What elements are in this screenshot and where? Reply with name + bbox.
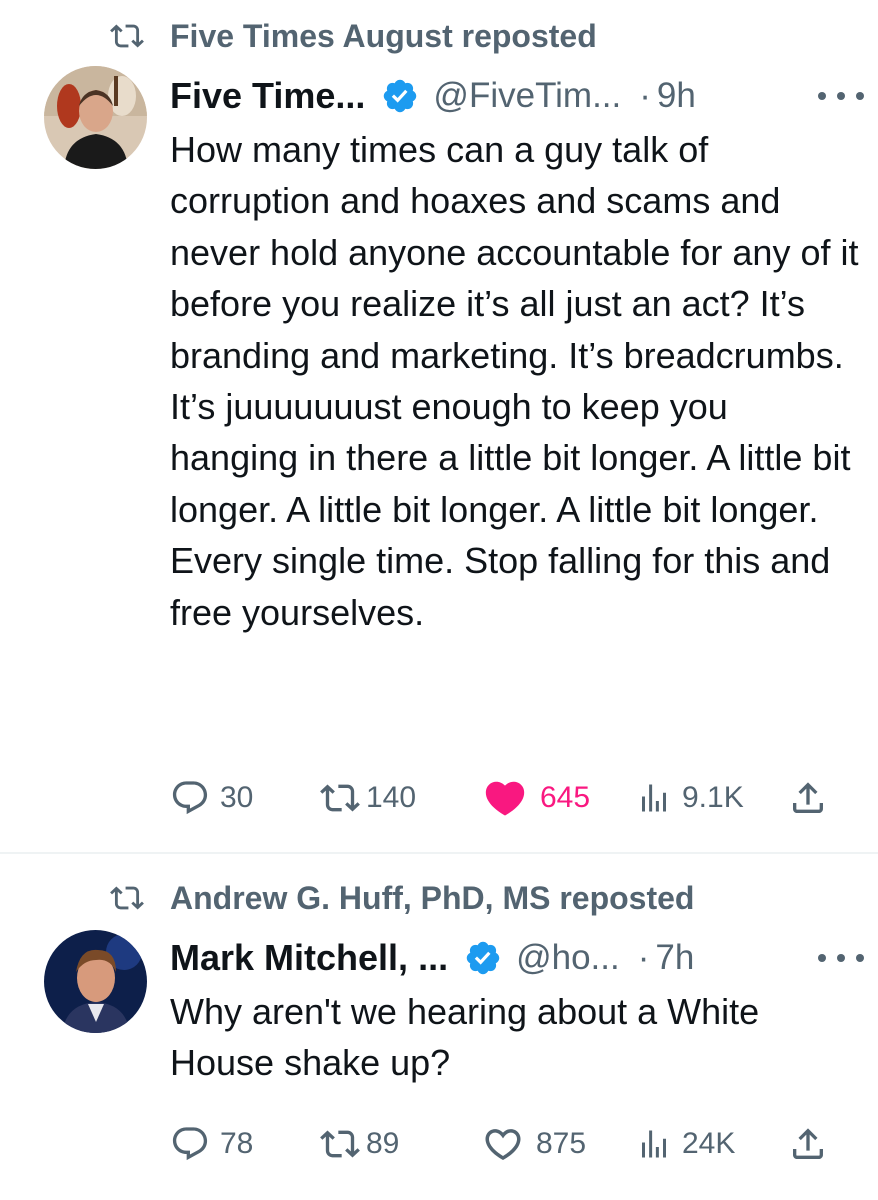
repost-indicator: Andrew G. Huff, PhD, MS reposted (108, 878, 694, 918)
reply-button[interactable]: 78 (170, 1124, 253, 1164)
repost-count: 89 (366, 1127, 400, 1160)
reply-icon (172, 781, 208, 815)
display-name[interactable]: Mark Mitchell, ... (170, 937, 448, 979)
repost-indicator: Five Times August reposted (108, 16, 597, 56)
post-header: Five Time... @FiveTim... · 9h (170, 68, 864, 124)
reply-button[interactable]: 30 (170, 778, 253, 818)
more-options-icon[interactable] (818, 86, 864, 106)
timestamp[interactable]: 7h (655, 938, 694, 978)
avatar[interactable] (44, 66, 147, 169)
reply-count: 78 (220, 1127, 254, 1160)
repost-icon (110, 886, 144, 910)
share-button[interactable] (788, 778, 828, 818)
separator-dot: · (639, 76, 651, 115)
views-count: 24K (682, 1127, 736, 1160)
like-button[interactable]: 645 (480, 775, 590, 821)
timestamp[interactable]: 9h (657, 76, 696, 116)
action-bar: 30 140 645 9.1K (170, 774, 834, 822)
post-text: How many times can a guy talk of corrupt… (170, 129, 859, 633)
repost-icon (320, 1130, 360, 1158)
handle[interactable]: @ho... (516, 938, 620, 978)
repost-button[interactable]: 89 (318, 1124, 399, 1164)
repost-count: 140 (366, 781, 417, 814)
handle[interactable]: @FiveTim... (433, 76, 621, 116)
separator-dot: · (637, 938, 650, 977)
avatar[interactable] (44, 930, 147, 1033)
post-header: Mark Mitchell, ... @ho... · 7h (170, 930, 864, 986)
views-chart-icon (642, 784, 666, 812)
like-count: 875 (536, 1127, 587, 1160)
repost-icon (110, 24, 144, 48)
repost-text: Andrew G. Huff, PhD, MS reposted (170, 879, 695, 916)
views-button[interactable]: 9.1K (636, 779, 744, 817)
heart-filled-icon (485, 781, 525, 816)
verified-badge-icon (466, 941, 500, 975)
share-button[interactable] (788, 1124, 828, 1164)
reply-count: 30 (220, 781, 254, 814)
repost-button[interactable]: 140 (318, 778, 416, 818)
verified-badge-icon (384, 79, 417, 113)
share-icon (793, 1128, 823, 1159)
like-count: 645 (540, 781, 591, 814)
action-bar: 78 89 875 24K (170, 1120, 834, 1168)
heart-outline-icon (485, 1129, 521, 1161)
views-chart-icon (642, 1130, 666, 1158)
divider (0, 852, 878, 854)
share-icon (793, 782, 823, 813)
reply-icon (172, 1127, 208, 1161)
views-count: 9.1K (682, 781, 744, 814)
repost-icon (320, 784, 360, 812)
repost-text: Five Times August reposted (170, 17, 597, 54)
views-button[interactable]: 24K (636, 1125, 735, 1163)
more-options-icon[interactable] (818, 948, 864, 968)
post-text: Why aren't we hearing about a White Hous… (170, 991, 760, 1084)
display-name[interactable]: Five Time... (170, 75, 365, 117)
like-button[interactable]: 875 (480, 1123, 586, 1165)
post-card[interactable]: Five Times August reposted Five Time... … (0, 0, 878, 852)
